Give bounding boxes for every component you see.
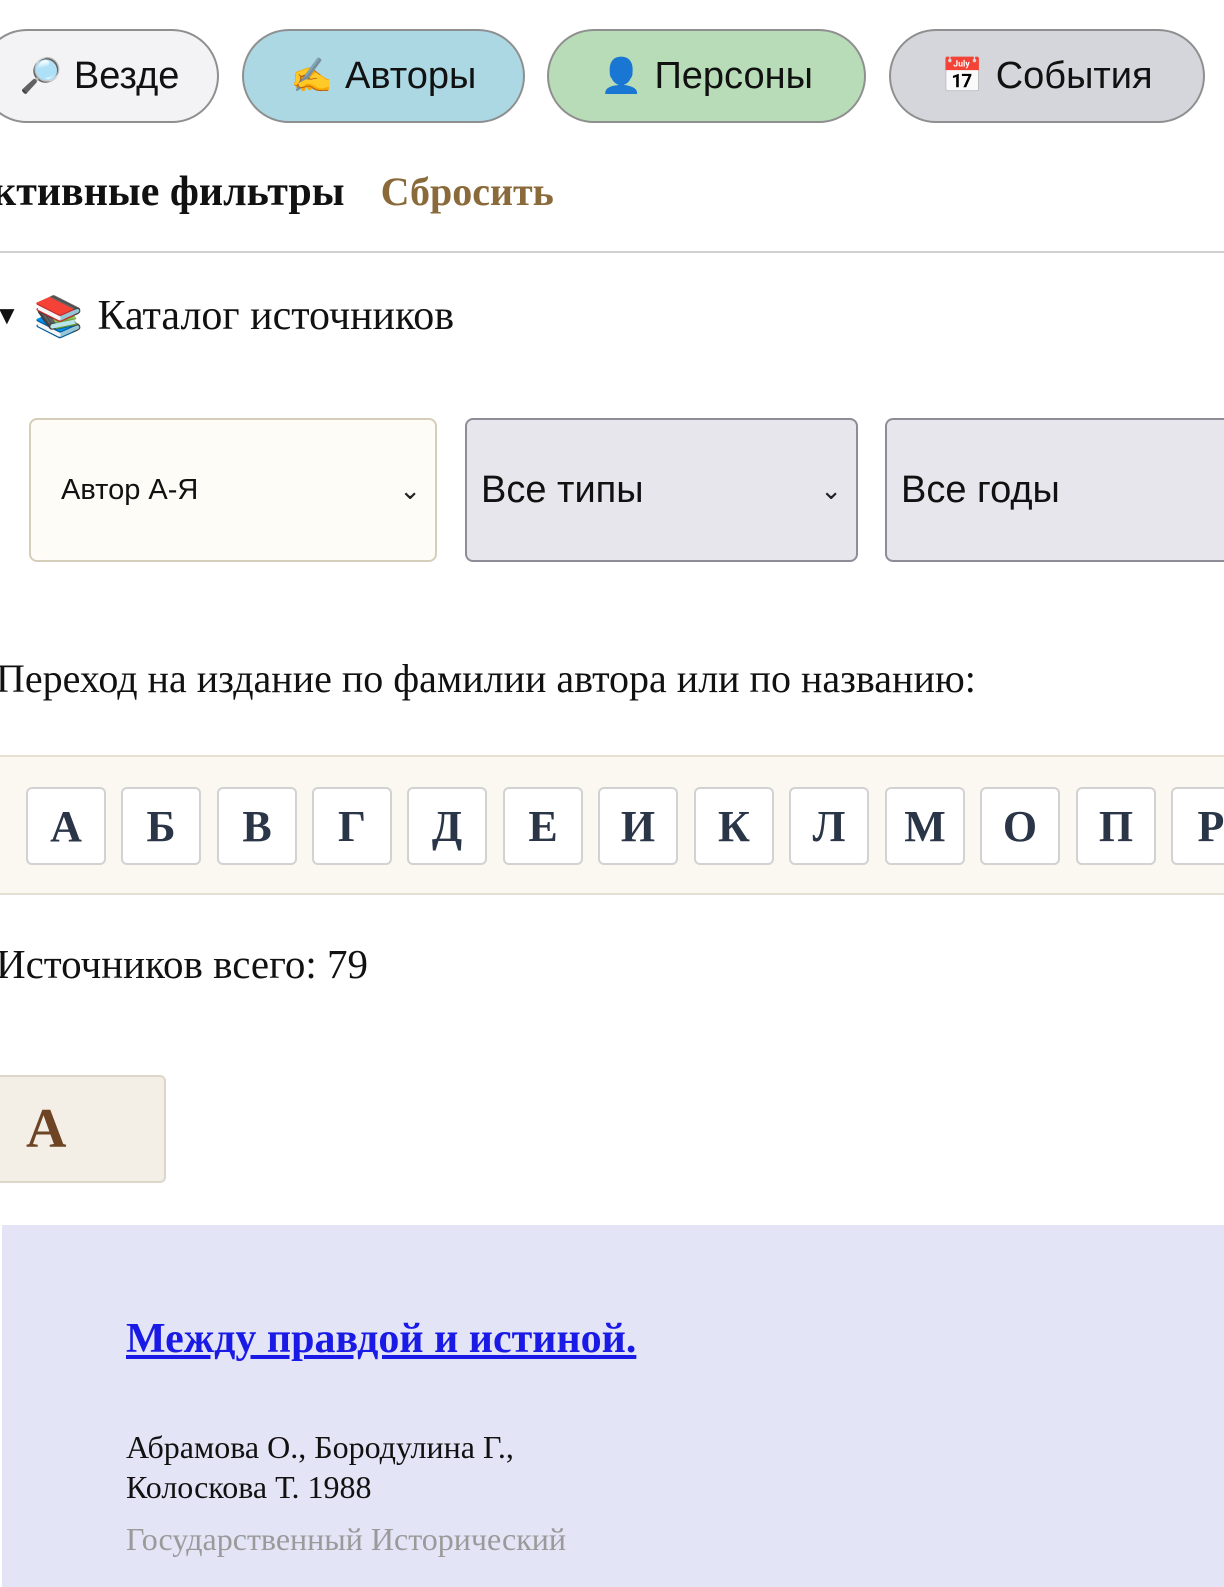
chevron-down-icon: ⌄: [399, 474, 421, 505]
jump-instructions: Переход на издание по фамилии автора или…: [0, 656, 976, 701]
source-authors-line: Абрамова О., Бородулина Г.,: [126, 1429, 514, 1465]
letter-link[interactable]: К: [694, 787, 774, 865]
letter-link[interactable]: Г: [312, 787, 392, 865]
books-icon: 📚: [33, 293, 84, 339]
active-filters-label: ктивные фильтры: [0, 169, 345, 215]
sort-select-value: Автор А-Я: [61, 473, 199, 506]
letter-link[interactable]: И: [598, 787, 678, 865]
magnifier-icon: 🔎: [19, 57, 62, 95]
calendar-icon: 📅: [941, 57, 984, 95]
source-card: Между правдой и истиной. Абрамова О., Бо…: [2, 1225, 1224, 1587]
year-select-value: Все годы: [901, 468, 1060, 511]
reset-filters-link[interactable]: Сбросить: [381, 168, 554, 215]
letter-link[interactable]: П: [1076, 787, 1156, 865]
section-letter-heading: А: [0, 1075, 166, 1183]
letter-link[interactable]: Р: [1171, 787, 1224, 865]
chevron-down-icon: ⌄: [820, 474, 842, 505]
scope-persons-label: Персоны: [654, 54, 813, 97]
year-select[interactable]: Все годы: [885, 418, 1224, 562]
alphabet-bar: А Б В Г Д Е И К Л М О П Р: [0, 755, 1224, 895]
scope-authors-label: Авторы: [345, 54, 477, 97]
scope-events-button[interactable]: 📅 События: [889, 29, 1205, 123]
person-icon: 👤: [600, 57, 643, 95]
source-title-link[interactable]: Между правдой и истиной.: [126, 1315, 636, 1363]
scope-events-label: События: [995, 54, 1153, 97]
source-authors: Абрамова О., Бородулина Г., Колоскова Т.…: [126, 1427, 514, 1507]
letter-link[interactable]: Д: [407, 787, 487, 865]
letter-link[interactable]: В: [217, 787, 297, 865]
sort-select[interactable]: Автор А-Я ⌄: [29, 418, 437, 562]
sources-total: Источников всего: 79: [0, 941, 369, 987]
letter-link[interactable]: Л: [789, 787, 869, 865]
writing-hand-icon: ✍: [290, 57, 334, 95]
disclosure-triangle-icon: ▼: [0, 301, 20, 330]
scope-authors-button[interactable]: ✍ Авторы: [242, 29, 525, 123]
letter-link[interactable]: Б: [121, 787, 201, 865]
letter-link[interactable]: Е: [503, 787, 583, 865]
scope-persons-button[interactable]: 👤 Персоны: [547, 29, 866, 123]
type-select[interactable]: Все типы ⌄: [465, 418, 858, 562]
catalog-toggle[interactable]: ▼ 📚 Каталог источников: [0, 292, 454, 340]
letter-link[interactable]: М: [885, 787, 965, 865]
source-authors-line: Колоскова Т. 1988: [126, 1469, 372, 1505]
type-select-value: Все типы: [481, 468, 644, 511]
catalog-title: Каталог источников: [97, 293, 455, 339]
active-filters-row: ктивные фильтры Сбросить: [0, 168, 554, 216]
letter-link[interactable]: О: [980, 787, 1060, 865]
divider: [0, 251, 1224, 253]
letter-link[interactable]: А: [26, 787, 106, 865]
source-publisher: Государственный Исторический: [126, 1521, 567, 1557]
scope-everywhere-label: Везде: [73, 54, 180, 97]
scope-everywhere-button[interactable]: 🔎 Везде: [0, 29, 219, 123]
